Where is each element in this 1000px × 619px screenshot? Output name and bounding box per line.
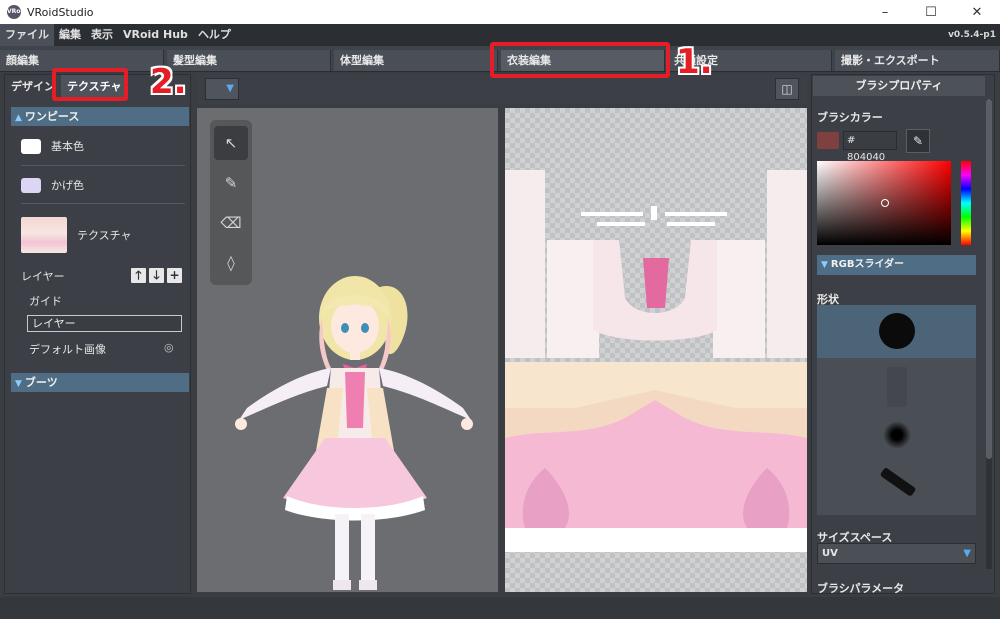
annotation-number-1: 1. (676, 42, 713, 82)
layer-up-icon[interactable]: 🡑 (131, 268, 146, 283)
tool-palette: ↖ ✎ ⌫ ◊ (210, 120, 252, 285)
annotation-box-texture-tab (52, 68, 128, 101)
panel-scrollbar[interactable] (986, 99, 992, 569)
layer-buttons: 🡑 🡓 + (131, 268, 182, 283)
maximize-icon[interactable]: ☐ (908, 0, 954, 24)
expand-icon: ▼ (15, 379, 22, 389)
saturation-value-picker[interactable] (817, 161, 951, 245)
annotation-box-outfit-tab (490, 42, 670, 78)
mirror-icon[interactable]: ◫ (775, 78, 799, 100)
brush-params-label: ブラシパラメータ (817, 582, 905, 595)
size-space-select[interactable]: UV ▼ (817, 543, 976, 564)
round-brush-icon (879, 313, 915, 349)
left-panel: デザイン テクスチャ ▲ ワンピース 基本色 かげ色 テクスチャ レイヤー 🡑 🡓… (4, 74, 191, 594)
tab-photo-export[interactable]: 撮影・エクスポート (835, 50, 1000, 71)
eye-off-icon[interactable]: ◎ (164, 341, 180, 354)
texture-label: テクスチャ (77, 229, 132, 242)
pen-tool-icon[interactable]: ✎ (214, 166, 248, 200)
texture-uv-layout (505, 170, 807, 552)
hex-color-input[interactable]: # 804040 (843, 131, 897, 163)
rgb-slider-section[interactable]: ▼ RGBスライダー (817, 255, 976, 275)
chevron-down-icon: ▼ (963, 548, 971, 559)
layer-down-icon[interactable]: 🡓 (149, 268, 164, 283)
section-boots-label: ブーツ (24, 376, 58, 389)
hue-slider[interactable] (961, 161, 971, 245)
brush-properties-panel: ブラシプロパティ ブラシカラー # 804040 ✎ ▼ RGBスライダー 形状 … (811, 74, 995, 595)
title-bar: VRoid VRoidStudio – ☐ ✕ (0, 0, 1000, 24)
flat-brush-icon[interactable] (887, 367, 907, 407)
texture-row[interactable]: テクスチャ (21, 217, 132, 253)
brush-shape-round-selected[interactable] (817, 305, 976, 358)
section-onepiece[interactable]: ▲ ワンピース (11, 107, 189, 126)
rgb-slider-label: RGBスライダー (830, 259, 905, 270)
default-image-row[interactable]: デフォルト画像 (29, 341, 106, 357)
close-icon[interactable]: ✕ (954, 0, 1000, 24)
brush-color-label: ブラシカラー (817, 111, 883, 124)
section-onepiece-label: ワンピース (24, 110, 80, 123)
select-tool-icon[interactable]: ↖ (214, 126, 248, 160)
status-bar (0, 597, 1000, 619)
menu-edit[interactable]: 編集 (54, 24, 86, 46)
version-label: v0.5.4-p1 (948, 30, 996, 40)
annotation-number-2: 2. (150, 62, 187, 102)
default-image-label: デフォルト画像 (29, 343, 106, 356)
window-title: VRoidStudio (27, 5, 94, 19)
menu-help[interactable]: ヘルプ (193, 24, 236, 46)
layer-item-selected[interactable]: レイヤー (27, 315, 182, 332)
soft-brush-icon[interactable] (883, 421, 911, 449)
size-space-value: UV (822, 548, 838, 559)
character-model (235, 276, 473, 590)
scrollbar-thumb[interactable] (986, 99, 992, 459)
minimize-icon[interactable]: – (862, 0, 908, 24)
brush-shape-list (817, 305, 976, 515)
guide-layer-row[interactable]: ガイド (29, 293, 62, 309)
divider (21, 203, 185, 204)
eraser-tool-icon[interactable]: ⌫ (214, 206, 248, 240)
shade-color-swatch[interactable] (21, 177, 41, 193)
divider (21, 165, 185, 166)
3d-viewport[interactable]: ↖ ✎ ⌫ ◊ (197, 108, 498, 592)
layer-label: レイヤー (21, 270, 65, 283)
shade-color-label: かげ色 (51, 179, 84, 192)
base-color-label: 基本色 (51, 140, 84, 153)
center-toolbar: ▼ ◫ (197, 74, 807, 104)
base-color-swatch[interactable] (21, 138, 41, 154)
vroid-app-icon: VRoid (7, 5, 27, 19)
eyedropper-icon[interactable]: ✎ (906, 129, 930, 153)
brush-properties-header: ブラシプロパティ (813, 76, 985, 96)
tab-hair-edit[interactable]: 髪型編集 (167, 50, 331, 71)
shade-color-row[interactable]: かげ色 (21, 177, 84, 193)
view-dropdown[interactable]: ▼ (205, 78, 239, 100)
section-boots[interactable]: ▼ ブーツ (11, 373, 189, 392)
layer-add-icon[interactable]: + (167, 268, 182, 283)
texture-canvas[interactable] (505, 108, 807, 592)
expand-icon: ▼ (821, 260, 828, 270)
vroid-studio-window: VRoid VRoidStudio – ☐ ✕ ファイル 編集 表示 VRoid… (0, 0, 1000, 619)
guide-label: ガイド (29, 295, 62, 308)
menu-view[interactable]: 表示 (86, 24, 118, 46)
brush-color-swatch[interactable] (817, 132, 839, 149)
layer-header: レイヤー (21, 268, 65, 284)
color-picker-knob[interactable] (881, 199, 889, 207)
base-color-row[interactable]: 基本色 (21, 138, 84, 154)
line-brush-icon[interactable] (879, 467, 917, 497)
texture-thumbnail[interactable] (21, 217, 67, 253)
collapse-icon: ▲ (15, 113, 22, 123)
menu-file[interactable]: ファイル (0, 24, 54, 46)
tab-body-edit[interactable]: 体型編集 (334, 50, 498, 71)
menu-vroid-hub[interactable]: VRoid Hub (118, 24, 193, 46)
